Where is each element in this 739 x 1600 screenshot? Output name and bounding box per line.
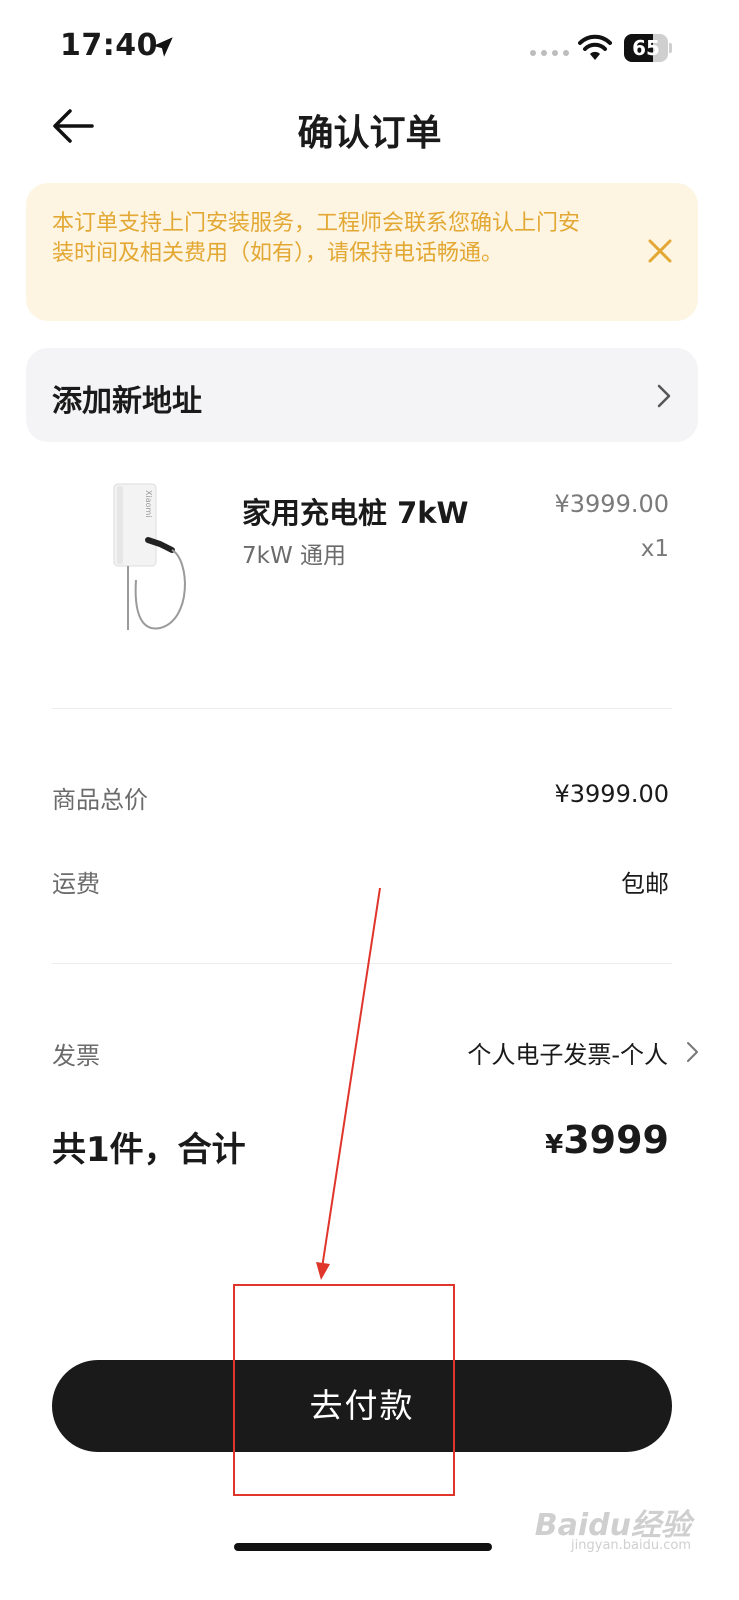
goods-total-value: ¥3999.00	[554, 780, 669, 808]
goods-total-label: 商品总价	[52, 786, 148, 814]
product-brand-mark: Xiaomi	[144, 490, 153, 518]
invoice-label: 发票	[52, 1042, 100, 1070]
home-indicator	[234, 1543, 492, 1551]
total-amount-value: 3999	[563, 1118, 669, 1162]
location-arrow-icon	[153, 37, 173, 57]
battery-level: 65	[632, 36, 660, 60]
shipping-label: 运费	[52, 870, 100, 898]
invoice-selector[interactable]: 个人电子发票-个人	[467, 1034, 699, 1070]
page-title: 确认订单	[297, 113, 442, 154]
product-spec: 7kW 通用	[242, 543, 347, 569]
wifi-icon	[578, 34, 612, 60]
notice-text: 本订单支持上门安装服务，工程师会联系您确认上门安装时间及相关费用（如有），请保持…	[52, 211, 581, 266]
add-address-label: 添加新地址	[52, 384, 202, 419]
add-address-row[interactable]: 添加新地址	[26, 348, 698, 442]
invoice-value: 个人电子发票-个人	[467, 1040, 668, 1069]
watermark-url: jingyan.baidu.com	[571, 1538, 691, 1553]
divider	[52, 963, 672, 964]
chevron-right-icon	[657, 384, 671, 408]
shipping-value: 包邮	[621, 870, 669, 898]
cellular-signal-icon	[530, 50, 569, 56]
annotation-highlight-box	[233, 1284, 455, 1496]
currency-symbol: ¥	[545, 1130, 564, 1160]
divider	[52, 708, 672, 709]
total-amount: ¥3999	[545, 1118, 669, 1162]
installation-notice: 本订单支持上门安装服务，工程师会联系您确认上门安装时间及相关费用（如有），请保持…	[26, 183, 698, 321]
product-image: Xiaomi	[113, 483, 186, 630]
product-quantity: x1	[640, 536, 669, 562]
product-name: 家用充电桩 7kW	[242, 496, 469, 530]
battery-indicator: 65	[624, 34, 672, 62]
status-time: 17:40	[60, 28, 158, 63]
close-icon[interactable]	[646, 237, 674, 265]
chevron-right-icon	[687, 1042, 698, 1062]
product-price: ¥3999.00	[554, 490, 669, 518]
total-label: 共1件，合计	[52, 1130, 246, 1170]
